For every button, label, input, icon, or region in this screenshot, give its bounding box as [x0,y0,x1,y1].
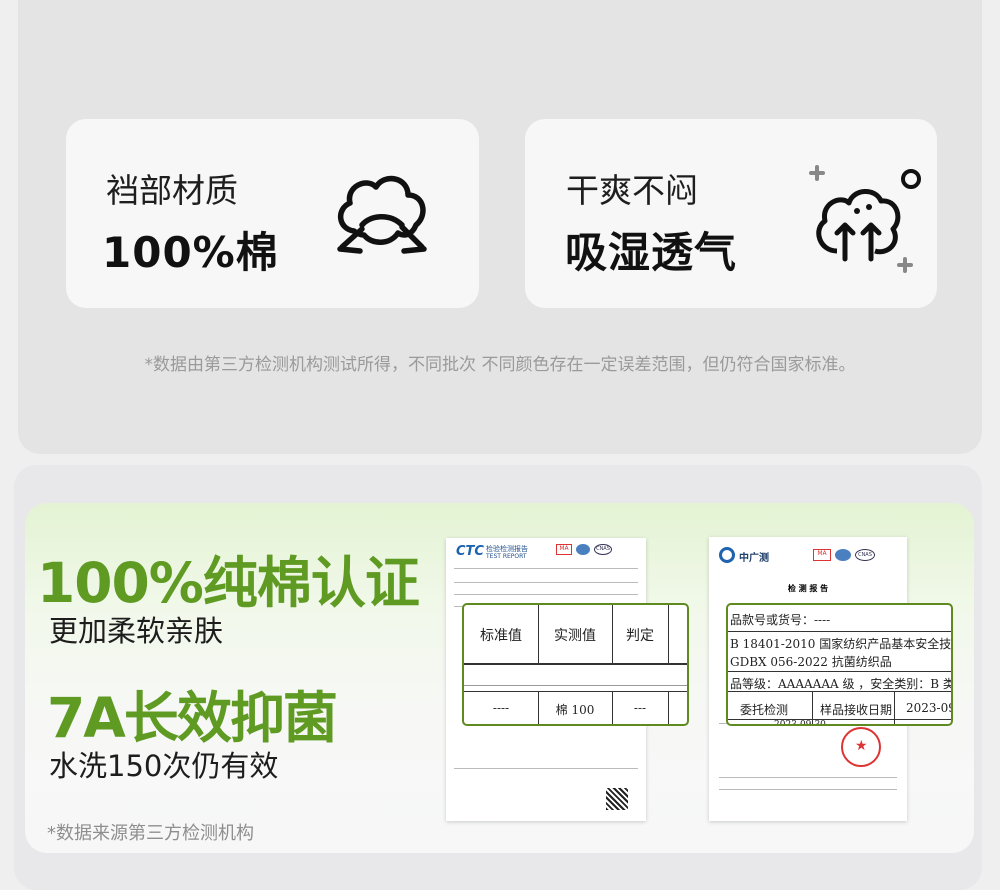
red-seal-stamp: ★ [841,727,881,767]
standard-row-1: B 18401-2010 国家纺织产品基本安全技术规范 [730,637,952,651]
test-disclaimer: *数据由第三方检测机构测试所得，不同批次 不同颜色存在一定误差范围，但仍符合国家… [144,355,856,375]
ma-badge: MA [556,544,572,555]
header-measured: 实测值 [554,628,596,644]
cotton-certification-subtitle: 更加柔软亲肤 [49,614,224,648]
cotton-certification-headline: 100%纯棉认证 [37,551,420,615]
test-result-zoom: 标准值 实测值 判定 ---- 棉 100 --- [462,603,689,726]
header-standard: 标准值 [480,628,522,644]
top-panel: 裆部材质 100%棉 干爽不闷 吸湿透气 *数据由第三方检测机构测试所得，不同批… [18,0,982,454]
antibacterial-headline: 7A长效抑菌 [47,686,338,750]
card-title: 裆部材质 [106,171,238,210]
ilac-badge-icon [835,549,851,561]
header-judgement: 判定 [626,628,654,644]
receipt-date-value: 2023-09-2 [906,701,951,715]
cgt-logo: 中广测 [739,553,769,564]
cnas-badge: CNAS [855,549,875,561]
breathable-trees-icon [787,159,927,283]
value-measured: 棉 100 [555,703,595,717]
certification-card: 100%纯棉认证 更加柔软亲肤 7A长效抑菌 水洗150次仍有效 *数据来源第三… [25,503,974,853]
ma-badge: MA [813,549,831,561]
receipt-date-label: 样品接收日期 [820,703,893,717]
bottom-panel: 100%纯棉认证 更加柔软亲肤 7A长效抑菌 水洗150次仍有效 *数据来源第三… [14,465,982,890]
source-note: *数据来源第三方检测机构 [47,823,254,844]
value-standard: ---- [492,701,510,715]
breathable-card: 干爽不闷 吸湿透气 [525,119,937,308]
standard-row-2: GDBX 056-2022 抗菌纺织品 [730,655,892,669]
antibacterial-result-zoom: 品款号或货号：---- B 18401-2010 国家纺织产品基本安全技术规范 … [726,603,953,726]
cut-off-date: 2023-09-30 [774,720,826,726]
ctc-logo: CTC [456,544,484,559]
ilac-badge-icon [576,544,590,555]
card-value: 吸湿透气 [565,228,738,277]
card-value: 100%棉 [102,228,279,277]
qr-code-icon [606,788,628,810]
grade-row: 品等级：AAAAAAA 级 ，安全类别：B 类 [730,677,953,691]
card-title: 干爽不闷 [566,171,698,210]
report-subtitle: TEST REPORT [486,553,527,560]
crotch-material-card: 裆部材质 100%棉 [66,119,479,308]
antibacterial-subtitle: 水洗150次仍有效 [49,749,279,783]
report-heading: 检 测 报 告 [787,583,829,593]
cotton-icon [332,169,432,269]
cnas-badge: CNAS [594,544,612,555]
entrusted-test-cell: 委托检测 [740,703,789,717]
product-code-row: 品款号或货号：---- [730,613,831,627]
cgt-logo-icon [719,547,735,563]
value-judgement: --- [633,701,647,715]
